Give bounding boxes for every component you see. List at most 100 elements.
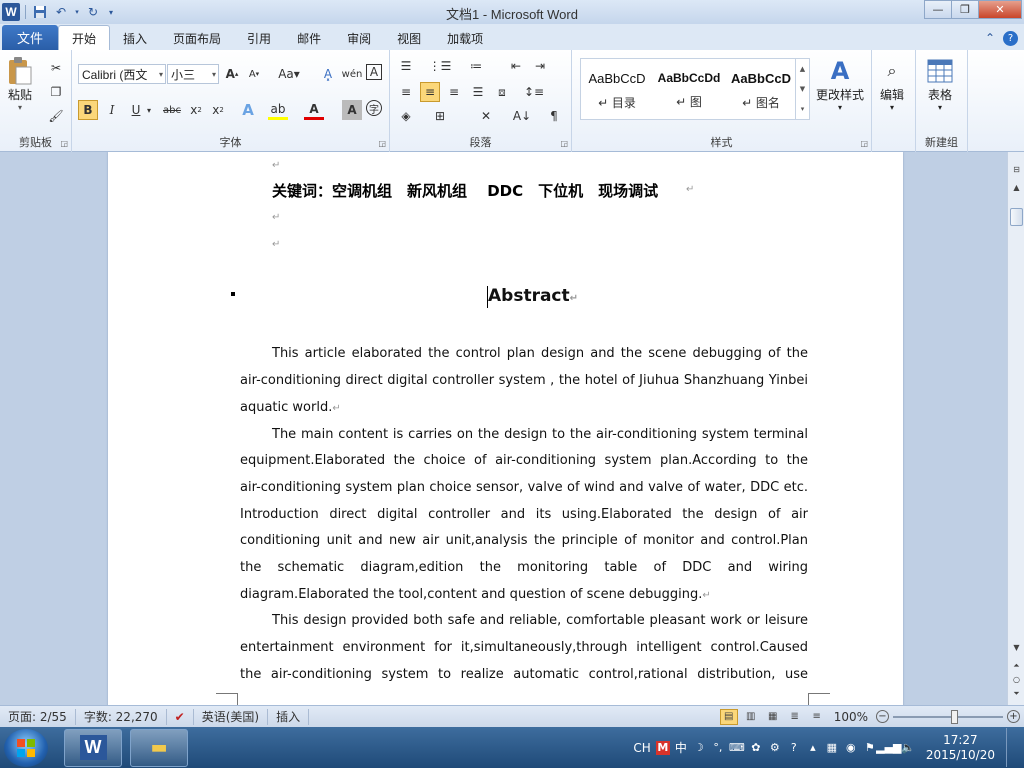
cut-icon[interactable]: ✂ [46,58,66,78]
outline-view-icon[interactable]: ≣ [786,709,804,725]
ruler-toggle-icon[interactable]: ⊟ [1009,162,1024,177]
punctuation-icon[interactable]: °, [711,741,725,755]
zoom-slider[interactable] [893,709,1003,724]
underline-dropdown-icon[interactable]: ▾ [144,100,154,120]
start-button[interactable] [4,728,48,767]
volume-icon[interactable]: 🔈 [901,741,915,755]
table-button[interactable]: 表格 ▾ [926,56,954,112]
zoom-slider-thumb[interactable] [951,709,958,724]
character-shading-icon[interactable]: A [342,100,362,120]
ime-mode-indicator[interactable]: 中 [675,739,687,756]
show-desktop-button[interactable] [1006,728,1018,767]
network-tray-icon[interactable]: ▦ [825,741,839,755]
tab-addins[interactable]: 加载项 [434,26,496,50]
increase-indent-icon[interactable]: ⇥ [530,56,550,76]
line-spacing-icon[interactable]: ↕≡ [524,82,544,102]
document-area[interactable]: ↵ 关键词：空调机组 新风机组 DDC 下位机 现场调试 ↵ ↵ ↵ Abstr… [0,152,1007,705]
styles-scroll-up-icon[interactable]: ▲ [800,65,805,73]
body-line[interactable]: aquatic world.↵ [240,400,808,415]
italic-button[interactable]: I [102,100,122,120]
language-indicator[interactable]: 英语(美国) [194,708,269,725]
taskbar-word-icon[interactable]: W [64,728,122,767]
flag-icon[interactable]: ⚑ [863,741,877,755]
borders-icon[interactable]: ⊞ [430,106,450,126]
undo-icon[interactable]: ↶ [52,3,70,21]
close-button[interactable]: ✕ [978,0,1022,19]
help-tray-icon[interactable]: ? [787,741,801,755]
tab-review[interactable]: 审阅 [334,26,384,50]
styles-gallery-scroll[interactable]: ▲ ▼ ▾ [795,59,809,119]
font-launcher-icon[interactable]: ◲ [378,139,386,148]
body-line[interactable]: equipment.Elaborated the choice of air-c… [240,453,808,468]
body-line[interactable]: the schematic diagram,edition the monito… [240,560,808,575]
signal-icon[interactable]: ▂▄▆ [876,741,901,755]
page-count[interactable]: 页面: 2/55 [0,708,76,725]
bold-button[interactable]: B [78,100,98,120]
taskbar-explorer-icon[interactable]: ▬ [130,728,188,767]
change-case-icon[interactable]: Aa▾ [276,64,302,84]
clock[interactable]: 17:27 2015/10/20 [926,733,995,763]
chinese-layout-icon[interactable]: ✕ [476,106,496,126]
paragraph-launcher-icon[interactable]: ◲ [560,139,568,148]
language-bar-indicator[interactable]: CH [633,741,650,755]
body-line[interactable]: air-conditioning direct digital controll… [240,373,808,388]
style-toc[interactable]: AaBbCcD ↵ 目录 [581,59,653,119]
body-line[interactable]: entertainment environment for it,simulta… [240,640,808,655]
tab-mailings[interactable]: 邮件 [284,26,334,50]
underline-button[interactable]: U [126,100,146,120]
tab-insert[interactable]: 插入 [110,26,160,50]
enclose-characters-icon[interactable]: 字 [366,100,382,116]
redo-icon[interactable]: ↻ [84,3,102,21]
customize-qat-icon[interactable]: ▾ [105,3,117,21]
font-color-icon[interactable]: A [304,100,324,120]
security-tray-icon[interactable]: ◉ [844,741,858,755]
style-figure-caption[interactable]: AaBbCcD ↵ 图名 [725,59,797,119]
change-styles-button[interactable]: A 更改样式 ▾ [816,56,864,112]
browse-object-icon[interactable]: ○ [1009,672,1024,687]
format-painter-icon[interactable]: 🖌 [46,106,66,126]
help-icon[interactable]: ? [1003,30,1018,46]
shading-icon[interactable]: ◈ [396,106,416,126]
body-line[interactable]: air-conditioning system plan choice sens… [240,480,808,495]
styles-more-icon[interactable]: ▾ [801,105,805,113]
draft-view-icon[interactable]: ≡ [808,709,826,725]
numbering-icon[interactable]: ⋮☰ [429,56,452,76]
word-count[interactable]: 字数: 22,270 [76,708,167,725]
ime-m-icon[interactable]: M [655,740,670,755]
undo-dropdown-icon[interactable]: ▾ [73,3,81,21]
paste-button[interactable]: 粘贴 ▾ [6,56,34,112]
body-line[interactable]: The main content is carries on the desig… [240,427,808,442]
body-line[interactable]: the air-conditioning system to realize a… [240,667,808,682]
styles-launcher-icon[interactable]: ◲ [860,139,868,148]
copy-icon[interactable]: ❐ [46,82,66,102]
paste-dropdown-icon[interactable]: ▾ [18,103,22,112]
keyboard-icon[interactable]: ⌨ [729,741,745,755]
styles-scroll-down-icon[interactable]: ▼ [800,85,805,93]
clear-formatting-icon[interactable]: A͓ [318,64,338,84]
subscript-button[interactable]: x2 [186,100,206,120]
body-line[interactable]: This article elaborated the control plan… [240,346,808,361]
font-size-combo[interactable]: 小三 ▾ [167,64,219,84]
clipboard-launcher-icon[interactable]: ◲ [60,139,68,148]
body-line[interactable]: Introduction direct digital controller a… [240,507,808,522]
full-screen-reading-view-icon[interactable]: ▥ [742,709,760,725]
keywords-line[interactable]: 关键词：空调机组 新风机组 DDC 下位机 现场调试 [272,180,658,201]
minimize-ribbon-icon[interactable]: ⌃ [985,31,995,45]
sort-icon[interactable]: A↓ [512,106,532,126]
body-line[interactable]: diagram.Elaborated the tool,content and … [240,587,808,602]
print-layout-view-icon[interactable]: ▤ [719,708,738,725]
word-app-icon[interactable]: W [2,3,20,21]
minimize-button[interactable]: — [924,0,952,19]
body-line[interactable]: This design provided both safe and relia… [240,613,808,628]
scroll-down-icon[interactable]: ▼ [1009,640,1024,655]
scroll-up-icon[interactable]: ▲ [1009,180,1024,195]
moon-icon[interactable]: ☽ [692,741,706,755]
body-line[interactable]: conditioning unit and new air unit,analy… [240,533,808,548]
multilevel-list-icon[interactable]: ≔ [466,56,486,76]
previous-page-icon[interactable]: ⏶ [1009,658,1024,673]
abstract-heading[interactable]: Abstract↵ [488,286,578,306]
shrink-font-icon[interactable]: A ▾ [244,64,264,84]
tab-page-layout[interactable]: 页面布局 [160,26,234,50]
align-left-icon[interactable]: ≡ [396,82,416,102]
decrease-indent-icon[interactable]: ⇤ [506,56,526,76]
